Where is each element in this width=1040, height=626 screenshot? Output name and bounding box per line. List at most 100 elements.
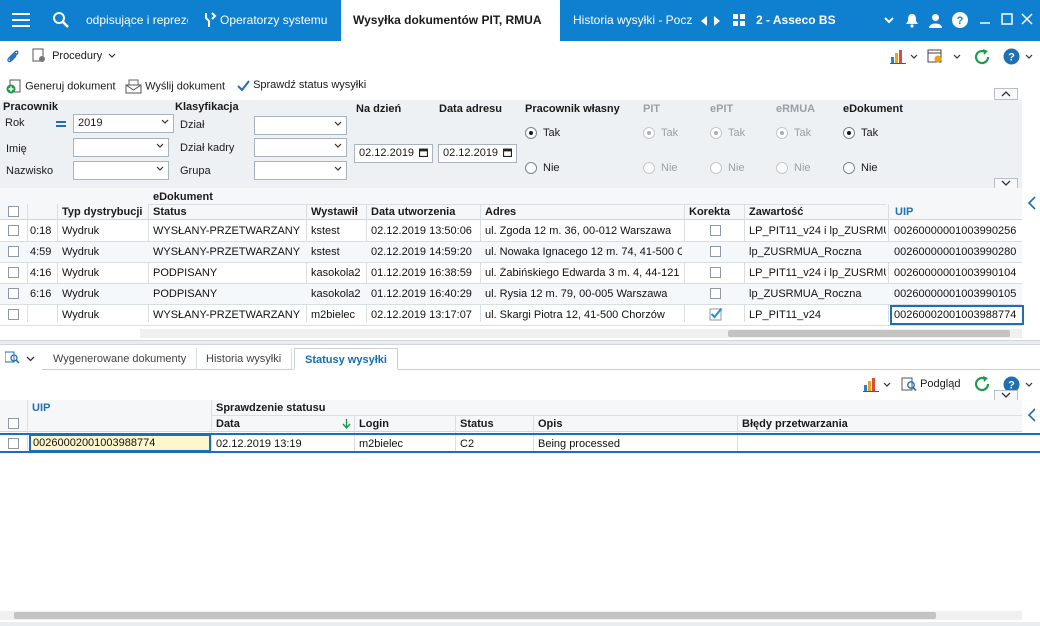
close-icon[interactable] xyxy=(1020,12,1034,26)
table-row[interactable]: Wydruk WYSŁANY-PRZETWARZANY m2bielec 02.… xyxy=(0,305,1024,325)
korekta-checkbox[interactable] xyxy=(710,267,721,278)
table-row[interactable]: 4:59 Wydruk WYSŁANY-PRZETWARZANY kstest … xyxy=(0,242,1022,262)
chevron-down-icon xyxy=(156,166,164,171)
imie-combo[interactable] xyxy=(73,138,169,157)
collapse-filters-button[interactable] xyxy=(994,88,1018,100)
status-grid-horizontal-scrollbar[interactable] xyxy=(0,611,1022,620)
col-zawartosc[interactable]: Zawartość xyxy=(749,206,803,218)
row-checkbox[interactable] xyxy=(8,225,19,236)
chevron-down-icon[interactable] xyxy=(1025,54,1033,60)
user-icon[interactable] xyxy=(928,13,943,28)
chevron-down-icon[interactable] xyxy=(1025,382,1033,388)
maximize-icon[interactable] xyxy=(1000,12,1014,26)
col-uip[interactable]: UIP xyxy=(895,206,913,218)
tab-reprezentujace[interactable]: odpisujące i reprezen xyxy=(86,0,188,41)
col-uip[interactable]: UIP xyxy=(32,402,50,414)
equals-operator-icon xyxy=(56,121,66,127)
col-data[interactable]: Data xyxy=(216,418,240,430)
row-checkbox[interactable] xyxy=(8,246,19,257)
attachment-icon[interactable] xyxy=(6,49,20,63)
scroll-thumb[interactable] xyxy=(728,330,1010,337)
table-row[interactable]: 4:16 Wydruk PODPISANY kasokola2 01.12.20… xyxy=(0,263,1022,283)
col-status[interactable]: Status xyxy=(153,206,187,218)
row-checkbox[interactable] xyxy=(8,267,19,278)
hamburger-menu-icon[interactable] xyxy=(12,13,30,27)
chevron-down-icon[interactable] xyxy=(884,17,894,24)
col-status[interactable]: Status xyxy=(460,418,494,430)
chart-icon[interactable] xyxy=(863,377,879,392)
refresh-icon[interactable] xyxy=(973,48,991,66)
procedury-button[interactable]: Procedury xyxy=(32,48,116,66)
tab-wygenerowane-dokumenty[interactable]: Wygenerowane dokumenty xyxy=(43,348,198,370)
search-icon[interactable] xyxy=(52,11,70,29)
chevron-down-icon[interactable] xyxy=(953,54,961,60)
podglad-button[interactable]: Podgląd xyxy=(901,377,960,392)
data-adresu-date[interactable]: 02.12.2019 xyxy=(438,144,517,163)
uip-cell-selected[interactable]: 00260002001003988774 xyxy=(890,305,1024,325)
pracownik-wlasny-nie-label: Nie xyxy=(543,162,560,174)
korekta-checkbox[interactable] xyxy=(710,246,721,257)
data-cell: 01.12.2019 16:40:29 xyxy=(371,288,472,300)
table-row[interactable]: 00260002001003988774 02.12.2019 13:19 m2… xyxy=(0,433,1040,453)
korekta-checkbox-checked[interactable] xyxy=(709,307,723,321)
row-checkbox[interactable] xyxy=(8,288,19,299)
nazwisko-combo[interactable] xyxy=(73,161,169,180)
korekta-checkbox[interactable] xyxy=(710,225,721,236)
col-wystawil[interactable]: Wystawił xyxy=(311,206,358,218)
scroll-thumb[interactable] xyxy=(14,612,936,619)
view-switch-button[interactable] xyxy=(4,351,35,368)
splitter[interactable] xyxy=(0,340,1040,345)
edokument-tak-radio[interactable] xyxy=(843,127,855,139)
col-opis[interactable]: Opis xyxy=(538,418,562,430)
rok-combo[interactable]: 2019 xyxy=(73,114,174,133)
tab-wysylka-dokumentow[interactable]: Wysyłka dokumentów PIT, RMUA xyxy=(341,0,560,41)
apps-grid-icon[interactable] xyxy=(733,14,745,26)
select-all-checkbox[interactable] xyxy=(8,418,19,429)
grupa-combo[interactable] xyxy=(254,161,347,180)
sprawdz-label: Sprawdź status wysyłki xyxy=(253,79,367,92)
col-data-utworzenia[interactable]: Data utworzenia xyxy=(371,206,455,218)
help-icon[interactable]: ? xyxy=(952,12,968,28)
wyslij-dokument-button[interactable]: Wyślij dokument xyxy=(125,79,225,94)
help-icon[interactable]: ? xyxy=(1003,48,1020,65)
col-typ-dystrybucji[interactable]: Typ dystrybucji xyxy=(62,206,142,218)
col-bledy-przetwarzania[interactable]: Błędy przetwarzania xyxy=(742,418,848,430)
col-login[interactable]: Login xyxy=(359,418,389,430)
tab-operatorzy[interactable]: Operatorzy systemu xyxy=(220,0,335,41)
side-panel-collapse-icon[interactable] xyxy=(1024,405,1040,425)
company-selector[interactable]: 2 - Asseco BS xyxy=(756,0,836,41)
grid-horizontal-scrollbar[interactable] xyxy=(140,329,1022,338)
chart-icon[interactable] xyxy=(890,49,906,64)
pracownik-wlasny-tak-radio[interactable] xyxy=(525,127,537,139)
dzial-kadry-combo[interactable] xyxy=(254,138,347,157)
sprawdz-status-button[interactable]: Sprawdź status wysyłki xyxy=(237,79,367,92)
edokument-nie-radio[interactable] xyxy=(843,162,855,174)
na-dzien-date[interactable]: 02.12.2019 xyxy=(354,144,433,163)
korekta-checkbox[interactable] xyxy=(710,288,721,299)
col-adres[interactable]: Adres xyxy=(485,206,516,218)
row-checkbox[interactable] xyxy=(8,438,19,449)
select-all-checkbox[interactable] xyxy=(8,206,19,217)
row-checkbox[interactable] xyxy=(8,309,19,320)
tab-scroll-right-icon[interactable] xyxy=(713,16,721,26)
refresh-icon[interactable] xyxy=(973,375,991,393)
table-row[interactable]: 6:16 Wydruk PODPISANY kasokola2 01.12.20… xyxy=(0,284,1022,304)
pracownik-wlasny-nie-radio[interactable] xyxy=(525,162,537,174)
tab-statusy-wysylki[interactable]: Statusy wysyłki xyxy=(294,348,398,370)
bell-icon[interactable] xyxy=(905,13,919,28)
settings-window-icon[interactable] xyxy=(927,49,944,64)
toolbar-actions: Generuj dokument Wyślij dokument Sprawdź… xyxy=(0,72,1040,100)
minimize-icon[interactable] xyxy=(978,12,992,26)
chevron-down-icon[interactable] xyxy=(883,382,891,388)
dzial-combo[interactable] xyxy=(254,116,347,135)
table-row[interactable]: 0:18 Wydruk WYSŁANY-PRZETWARZANY kstest … xyxy=(0,221,1022,241)
tab-historia-wysylki[interactable]: Historia wysyłki - Pocz xyxy=(573,0,697,41)
chevron-down-icon[interactable] xyxy=(910,54,918,60)
tab-historia-wysylki-bottom[interactable]: Historia wysyłki xyxy=(196,348,293,370)
side-panel-collapse-icon[interactable] xyxy=(1024,193,1040,213)
tab-scroll-left-icon[interactable] xyxy=(700,16,708,26)
uip-cell-selected[interactable]: 00260002001003988774 xyxy=(29,434,211,452)
generuj-dokument-button[interactable]: Generuj dokument xyxy=(6,79,116,94)
sort-descending-icon[interactable] xyxy=(342,419,351,429)
col-korekta[interactable]: Korekta xyxy=(689,206,730,218)
